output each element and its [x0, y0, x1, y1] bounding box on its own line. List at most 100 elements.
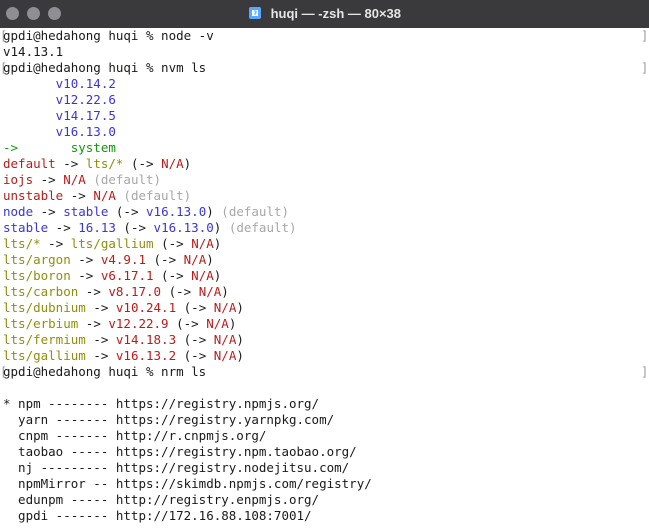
terminal-text-segment: -> — [85, 348, 116, 363]
terminal-line: v14.17.5 — [3, 108, 116, 124]
terminal-text-segment: v10.14.2 — [3, 76, 116, 91]
terminal-text-segment: -> — [70, 268, 101, 283]
terminal-text-segment: (-> — [176, 348, 214, 363]
terminal-text-segment: * npm -------- https://registry.npmjs.or… — [3, 396, 320, 411]
terminal-text-segment: ) — [228, 316, 237, 331]
terminal-text-segment: -> system — [3, 140, 116, 155]
terminal-text-segment: v4.9.1 — [100, 252, 146, 267]
terminal-text-segment: lts/carbon — [3, 284, 79, 299]
terminal-text-segment: -> — [70, 252, 101, 267]
terminal-text-segment: (-> — [153, 236, 192, 251]
terminal-text-segment: lts/gallium — [3, 348, 86, 363]
terminal-line: lts/gallium -> v16.13.2 (-> N/A) — [3, 348, 244, 364]
terminal-line: lts/dubnium -> v10.24.1 (-> N/A) — [3, 300, 244, 316]
terminal-text-segment: lts/fermium — [3, 332, 86, 347]
terminal-text-segment: -> — [33, 204, 64, 219]
terminal-text-segment: gpdi@hedahong huqi % node -v — [3, 28, 214, 43]
terminal-text-segment: (-> — [161, 284, 199, 299]
window-title-text: huqi — -zsh — 80×38 — [270, 6, 402, 21]
terminal-text-segment: (default) — [213, 204, 290, 219]
terminal-text-segment: v16.13.2 — [115, 348, 177, 363]
terminal-line: cnpm ------- http://r.cnpmjs.org/ — [3, 428, 266, 444]
window-title: huqi — -zsh — 80×38 — [0, 0, 649, 28]
terminal-text-segment: N/A — [63, 172, 86, 187]
terminal-text-segment: N/A — [213, 332, 237, 347]
terminal-text-segment: v14.18.3 — [115, 332, 177, 347]
terminal-line: edunpm ----- http://registry.enpmjs.org/ — [3, 492, 319, 508]
prompt-right-bracket: ] — [641, 365, 649, 379]
terminal-text-segment: N/A — [206, 316, 229, 331]
terminal-line: gpdi@hedahong huqi % nvm ls — [3, 60, 206, 76]
terminal-text-segment: N/A — [161, 156, 184, 171]
terminal-text-segment: gpdi@hedahong huqi % nvm ls — [3, 60, 207, 75]
terminal-text-segment: -> — [85, 332, 116, 347]
terminal-text-segment: cnpm ------- http://r.cnpmjs.org/ — [3, 428, 267, 443]
terminal-line: default -> lts/* (-> N/A) — [3, 156, 191, 172]
terminal-text-segment: v8.17.0 — [108, 284, 162, 299]
title-bar: huqi — -zsh — 80×38 — [0, 0, 649, 28]
terminal-text-segment: (default) — [85, 172, 162, 187]
terminal-text-segment: v16.13.0 — [146, 204, 207, 219]
terminal-line: v12.22.6 — [3, 92, 116, 108]
terminal-line: iojs -> N/A (default) — [3, 172, 161, 188]
terminal-text-segment: (-> — [115, 220, 154, 235]
terminal-text-segment: lts/* — [85, 156, 124, 171]
prompt-right-bracket: ] — [641, 29, 649, 43]
terminal-text-segment: ) — [236, 348, 244, 363]
terminal-line: lts/argon -> v4.9.1 (-> N/A) — [3, 252, 214, 268]
terminal-text-segment: (-> — [108, 204, 147, 219]
terminal-text-segment: -> — [78, 316, 109, 331]
terminal-text-segment: v10.24.1 — [115, 300, 177, 315]
terminal-text-segment: ) — [213, 268, 222, 283]
terminal-text-segment: nj --------- https://registry.nodejitsu.… — [3, 460, 350, 475]
terminal-text-segment: (-> — [176, 300, 214, 315]
terminal-text-segment: ) — [236, 300, 244, 315]
terminal-text-segment: (-> — [176, 332, 214, 347]
terminal-line: npmMirror -- https://skimdb.npmjs.com/re… — [3, 476, 372, 492]
terminal-text-segment: ) — [236, 332, 244, 347]
terminal-text-segment: stable — [63, 204, 109, 219]
terminal-text-segment: -> — [55, 156, 86, 171]
terminal-line: gpdi ------- http://172.16.88.108:7001/ — [3, 508, 312, 524]
terminal-text-segment: -> — [48, 220, 79, 235]
terminal-text-segment: -> — [85, 300, 116, 315]
terminal-text-segment: lts/* — [3, 236, 41, 251]
terminal-text-segment: edunpm ----- http://registry.enpmjs.org/ — [3, 492, 320, 507]
terminal-text-segment: -> — [33, 172, 64, 187]
terminal-text-segment: v12.22.6 — [3, 92, 116, 107]
terminal-text-segment: N/A — [183, 252, 207, 267]
terminal-text-segment: unstable — [3, 188, 64, 203]
terminal-line: lts/fermium -> v14.18.3 (-> N/A) — [3, 332, 244, 348]
terminal-text-segment: iojs — [3, 172, 34, 187]
terminal-text-segment: gpdi@hedahong huqi % nrm ls — [3, 364, 207, 379]
terminal-text-segment: v14.13.1 — [3, 44, 64, 59]
folder-document-icon — [248, 7, 261, 19]
terminal-text-segment: v12.22.9 — [108, 316, 169, 331]
terminal-text-segment: gpdi ------- http://172.16.88.108:7001/ — [3, 508, 312, 523]
terminal-line: lts/* -> lts/gallium (-> N/A) — [3, 236, 221, 252]
terminal-text-segment: lts/argon — [3, 252, 71, 267]
terminal-text-segment: ) — [183, 156, 192, 171]
terminal-text-segment: node — [3, 204, 34, 219]
terminal-content[interactable]: [] gpdi@hedahong huqi % node -v v14.13.1[]… — [0, 28, 649, 528]
terminal-text-segment: taobao ----- https://registry.npm.taobao… — [3, 444, 357, 459]
terminal-line: taobao ----- https://registry.npm.taobao… — [3, 444, 357, 460]
prompt-right-bracket: ] — [641, 61, 649, 75]
terminal-line: gpdi@hedahong huqi % node -v — [3, 28, 214, 44]
terminal-text-segment: v16.13.0 — [153, 220, 214, 235]
terminal-text-segment: -> — [63, 188, 94, 203]
terminal-text-segment: -> — [40, 236, 71, 251]
terminal-text-segment: (-> — [153, 268, 192, 283]
terminal-text-segment: N/A — [191, 268, 214, 283]
terminal-text-segment: v6.17.1 — [100, 268, 154, 283]
terminal-text-segment: ) — [206, 204, 214, 219]
terminal-line: v10.14.2 — [3, 76, 116, 92]
terminal-line: node -> stable (-> v16.13.0) (default) — [3, 204, 289, 220]
terminal-text-segment: lts/dubnium — [3, 300, 86, 315]
terminal-text-segment: ) — [213, 236, 222, 251]
terminal-line: lts/erbium -> v12.22.9 (-> N/A) — [3, 316, 236, 332]
terminal-line: v16.13.0 — [3, 124, 116, 140]
terminal-text-segment: N/A — [198, 284, 222, 299]
terminal-line: lts/carbon -> v8.17.0 (-> N/A) — [3, 284, 229, 300]
terminal-line: * npm -------- https://registry.npmjs.or… — [3, 396, 319, 412]
